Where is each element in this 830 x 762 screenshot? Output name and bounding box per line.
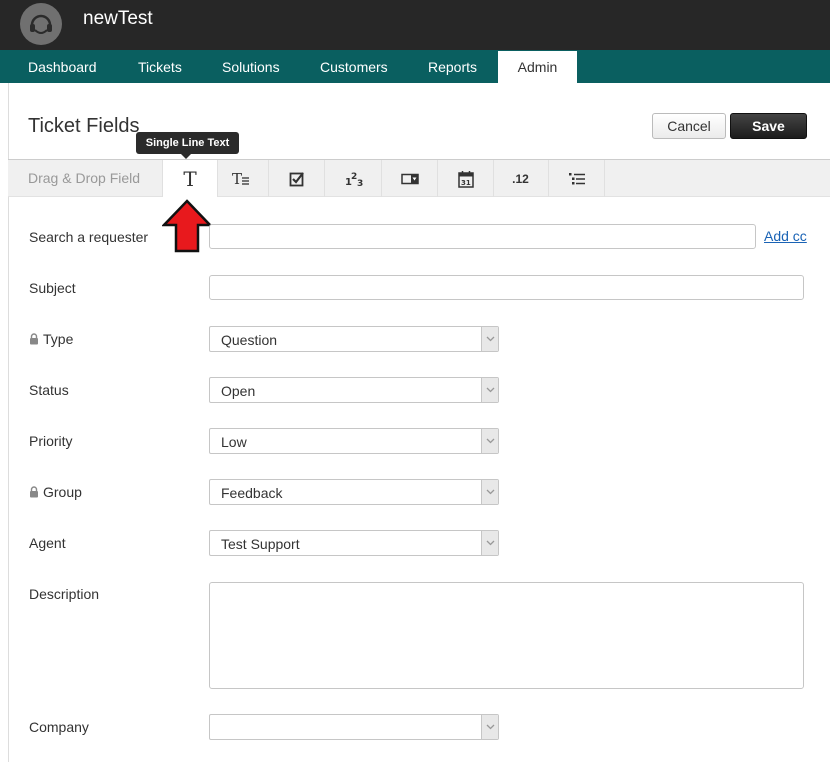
tooltip-pointer — [181, 154, 191, 159]
svg-text:3: 3 — [357, 179, 363, 187]
add-cc-link[interactable]: Add cc — [764, 228, 807, 244]
requester-label: Search a requester — [29, 229, 149, 245]
date-icon[interactable]: 31 — [438, 160, 494, 197]
chevron-down-icon — [481, 429, 498, 453]
chevron-down-icon — [481, 327, 498, 351]
chevron-down-icon — [481, 378, 498, 402]
single-line-text-glyph: T — [183, 166, 197, 191]
nav-solutions[interactable]: Solutions — [222, 50, 280, 83]
nav-dashboard[interactable]: Dashboard — [28, 50, 97, 83]
cancel-button[interactable]: Cancel — [652, 113, 726, 139]
tooltip: Single Line Text — [136, 132, 239, 154]
status-select[interactable]: Open — [209, 377, 499, 403]
nested-list-icon[interactable] — [549, 160, 605, 197]
type-label: Type — [43, 331, 74, 347]
checkbox-icon[interactable] — [269, 160, 325, 197]
description-label: Description — [29, 586, 100, 602]
helpdesk-logo-icon[interactable] — [20, 3, 62, 45]
chevron-down-icon — [481, 715, 498, 739]
description-textarea[interactable] — [209, 582, 804, 689]
field-toolbar-label: Drag & Drop Field — [28, 170, 141, 186]
lock-icon — [30, 333, 38, 345]
top-bar: newTest — [0, 0, 830, 50]
nav-customers[interactable]: Customers — [320, 50, 388, 83]
number-icon[interactable]: 1 2 3 — [326, 160, 382, 197]
dropdown-icon[interactable] — [382, 160, 438, 197]
red-arrow-icon — [162, 199, 212, 253]
multi-line-text-icon[interactable]: T — [213, 160, 269, 197]
chevron-down-icon — [481, 480, 498, 504]
app-title: newTest — [83, 8, 153, 29]
priority-label: Priority — [29, 433, 73, 449]
status-value: Open — [221, 383, 256, 399]
chevron-down-icon — [481, 531, 498, 555]
agent-value: Test Support — [221, 536, 300, 552]
priority-value: Low — [221, 434, 247, 450]
agent-label: Agent — [29, 535, 66, 551]
decimal-glyph: .12 — [512, 171, 529, 186]
group-value: Feedback — [221, 485, 283, 501]
type-value: Question — [221, 332, 278, 348]
subject-input[interactable] — [209, 275, 804, 300]
single-line-text-icon[interactable]: T — [162, 160, 218, 197]
lock-icon — [30, 486, 38, 498]
company-label: Company — [29, 719, 89, 735]
subject-label: Subject — [29, 280, 76, 296]
svg-text:31: 31 — [461, 179, 471, 187]
type-label-row: Type — [29, 331, 73, 347]
group-label-row: Group — [29, 484, 82, 500]
group-select[interactable]: Feedback — [209, 479, 499, 505]
decimal-icon[interactable]: .12 — [493, 160, 549, 197]
nav-tickets[interactable]: Tickets — [138, 50, 182, 83]
svg-text:T: T — [232, 171, 242, 187]
priority-select[interactable]: Low — [209, 428, 499, 454]
company-select[interactable] — [209, 714, 499, 740]
nav-admin[interactable]: Admin — [498, 51, 577, 83]
agent-select[interactable]: Test Support — [209, 530, 499, 556]
group-label: Group — [43, 484, 82, 500]
type-select[interactable]: Question — [209, 326, 499, 352]
main-nav: Dashboard Tickets Solutions Customers Re… — [0, 50, 830, 83]
requester-search-input[interactable] — [209, 224, 756, 249]
status-label: Status — [29, 382, 69, 398]
page-title: Ticket Fields — [28, 115, 140, 137]
save-button[interactable]: Save — [730, 113, 807, 139]
nav-reports[interactable]: Reports — [428, 50, 477, 83]
